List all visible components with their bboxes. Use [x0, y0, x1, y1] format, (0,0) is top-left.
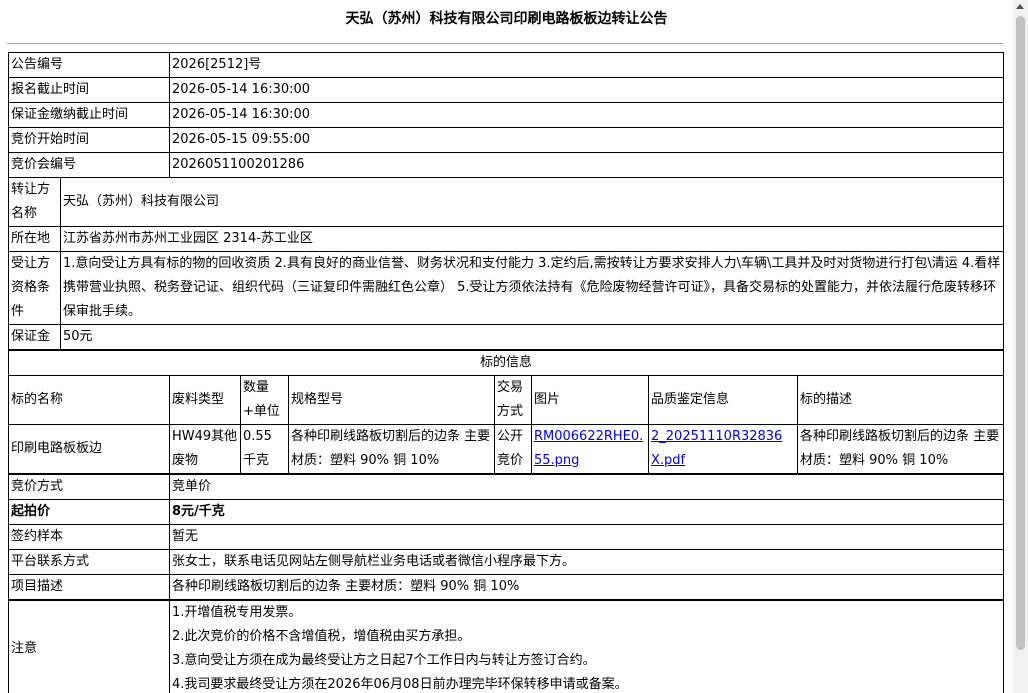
title-divider [7, 43, 1003, 44]
image-link[interactable]: RM006622RHE0.55.png [534, 429, 643, 468]
col-header-image: 图片 [531, 375, 649, 425]
col-header-waste-type: 废料类型 [169, 375, 241, 425]
qualification-label: 受让方资格条件 [8, 251, 61, 325]
bid-method-label: 竞价方式 [8, 474, 170, 500]
notice-row-bid-start: 竞价开始时间 2026-05-15 09:55:00 [8, 127, 1004, 153]
notes-table: 注意 1.开增值税专用发票。 2.此次竞价的价格不含增值税，增值税由买方承担。 … [8, 600, 1004, 693]
bidding-table: 竞价方式 竞单价 起拍价 8元/千克 签约样本 暂无 平台联系方式 张女士，联系… [8, 474, 1004, 600]
location-label: 所在地 [8, 226, 61, 252]
lot-section-title: 标的信息 [8, 350, 1004, 376]
notice-row-deposit-deadline: 保证金缴纳截止时间 2026-05-14 16:30:00 [8, 102, 1004, 128]
lot-column-headers: 标的名称 废料类型 数量+单位 规格型号 交易方式 图片 品质鉴定信息 标的描述 [8, 375, 1004, 425]
transferor-location-row: 所在地 江苏省苏州市苏州工业园区 2314-苏工业区 [8, 226, 1004, 252]
bid-method-row: 竞价方式 竞单价 [8, 474, 1004, 500]
transferor-name-value: 天弘（苏州）科技有限公司 [60, 177, 1004, 227]
list-item: 4.我司要求最终受让方须在2026年06月08日前办理完毕环保转移申请或备案。 [172, 677, 628, 692]
list-item: 3.意向受让方须在成为最终受让方之日起7个工作日内与转让方签订合约。 [172, 653, 596, 668]
col-header-name: 标的名称 [8, 375, 170, 425]
project-description-row: 项目描述 各种印刷线路板切割后的边条 主要材质：塑料 90% 铜 10% [8, 574, 1004, 600]
deposit-value: 50元 [60, 324, 1004, 350]
starting-price-value: 8元/千克 [169, 499, 1004, 525]
signup-deadline-label: 报名截止时间 [8, 77, 170, 103]
starting-price-label: 起拍价 [8, 499, 170, 525]
bid-start-value: 2026-05-15 09:55:00 [169, 127, 1004, 153]
lot-section-header: 标的信息 [8, 350, 1004, 376]
notice-row-number: 公告编号 2026[2512]号 [8, 52, 1004, 78]
qualification-value: 1.意向受让方具有标的物的回收资质 2.具有良好的商业信誉、财务状况和支付能力 … [60, 251, 1004, 325]
starting-price-row: 起拍价 8元/千克 [8, 499, 1004, 525]
project-description-label: 项目描述 [8, 574, 170, 600]
bid-start-label: 竞价开始时间 [8, 127, 170, 153]
location-value: 江苏省苏州市苏州工业园区 2314-苏工业区 [60, 226, 1004, 252]
quality-report-link[interactable]: 2_20251110R32836X.pdf [651, 429, 782, 468]
deposit-label: 保证金 [8, 324, 61, 350]
lot-table: 标的信息 标的名称 废料类型 数量+单位 规格型号 交易方式 图片 品质鉴定信息… [8, 350, 1004, 474]
transferor-name-label: 转让方名称 [8, 177, 61, 227]
notes-content: 1.开增值税专用发票。 2.此次竞价的价格不含增值税，增值税由买方承担。 3.意… [169, 600, 1004, 693]
project-description-value: 各种印刷线路板切割后的边条 主要材质：塑料 90% 铜 10% [169, 574, 1004, 600]
notice-row-signup-deadline: 报名截止时间 2026-05-14 16:30:00 [8, 77, 1004, 103]
notes-label: 注意 [8, 600, 170, 693]
list-item: 2.此次竞价的价格不含增值税，增值税由买方承担。 [172, 629, 471, 644]
lot-quality-cell: 2_20251110R32836X.pdf [648, 424, 798, 474]
transferor-table: 转让方名称 天弘（苏州）科技有限公司 所在地 江苏省苏州市苏州工业园区 2314… [8, 177, 1004, 350]
platform-contact-row: 平台联系方式 张女士，联系电话见网站左侧导航栏业务电话或者微信小程序最下方。 [8, 549, 1004, 575]
list-item: 1.开增值税专用发票。 [172, 605, 302, 620]
transferor-name-row: 转让方名称 天弘（苏州）科技有限公司 [8, 177, 1004, 227]
table-row: 印刷电路板板边 HW49其他废物 0.55 千克 各种印刷线路板切割后的边条 主… [8, 424, 1004, 474]
deposit-deadline-value: 2026-05-14 16:30:00 [169, 102, 1004, 128]
page-title: 天弘（苏州）科技有限公司印刷电路板板边转让公告 [345, 11, 668, 27]
lot-quantity: 0.55 千克 [240, 424, 289, 474]
bid-method-value: 竞单价 [169, 474, 1004, 500]
deposit-deadline-label: 保证金缴纳截止时间 [8, 102, 170, 128]
notice-row-session-number: 竞价会编号 2026051100201286 [8, 152, 1004, 178]
notice-info-table: 公告编号 2026[2512]号 报名截止时间 2026-05-14 16:30… [8, 52, 1004, 178]
vertical-scrollbar[interactable] [1013, 0, 1028, 693]
deposit-row: 保证金 50元 [8, 324, 1004, 350]
platform-contact-label: 平台联系方式 [8, 549, 170, 575]
qualification-row: 受让方资格条件 1.意向受让方具有标的物的回收资质 2.具有良好的商业信誉、财务… [8, 251, 1004, 325]
col-header-description: 标的描述 [797, 375, 1004, 425]
lot-spec: 各种印刷线路板切割后的边条 主要材质：塑料 90% 铜 10% [288, 424, 495, 474]
signup-deadline-value: 2026-05-14 16:30:00 [169, 77, 1004, 103]
notice-number-label: 公告编号 [8, 52, 170, 78]
lot-trade-mode: 公开竞价 [494, 424, 532, 474]
lot-name: 印刷电路板板边 [8, 424, 170, 474]
col-header-quantity: 数量+单位 [240, 375, 289, 425]
lot-image-cell: RM006622RHE0.55.png [531, 424, 649, 474]
announcement-page: 天弘（苏州）科技有限公司印刷电路板板边转让公告 公告编号 2026[2512]号… [0, 0, 1028, 693]
lot-description: 各种印刷线路板切割后的边条 主要材质：塑料 90% 铜 10% [797, 424, 1004, 474]
contract-sample-label: 签约样本 [8, 524, 170, 550]
session-number-label: 竞价会编号 [8, 152, 170, 178]
scroll-up-arrow-icon[interactable] [1016, 4, 1024, 9]
notes-row: 注意 1.开增值税专用发票。 2.此次竞价的价格不含增值税，增值税由买方承担。 … [8, 600, 1004, 693]
contract-sample-row: 签约样本 暂无 [8, 524, 1004, 550]
notice-number-value: 2026[2512]号 [169, 52, 1004, 78]
col-header-quality: 品质鉴定信息 [648, 375, 798, 425]
lot-waste-type: HW49其他废物 [169, 424, 241, 474]
platform-contact-value: 张女士，联系电话见网站左侧导航栏业务电话或者微信小程序最下方。 [169, 549, 1004, 575]
col-header-trade-mode: 交易方式 [494, 375, 532, 425]
contract-sample-value: 暂无 [169, 524, 1004, 550]
col-header-spec: 规格型号 [288, 375, 495, 425]
session-number-value: 2026051100201286 [169, 152, 1004, 178]
scrollbar-thumb[interactable] [1016, 16, 1025, 650]
